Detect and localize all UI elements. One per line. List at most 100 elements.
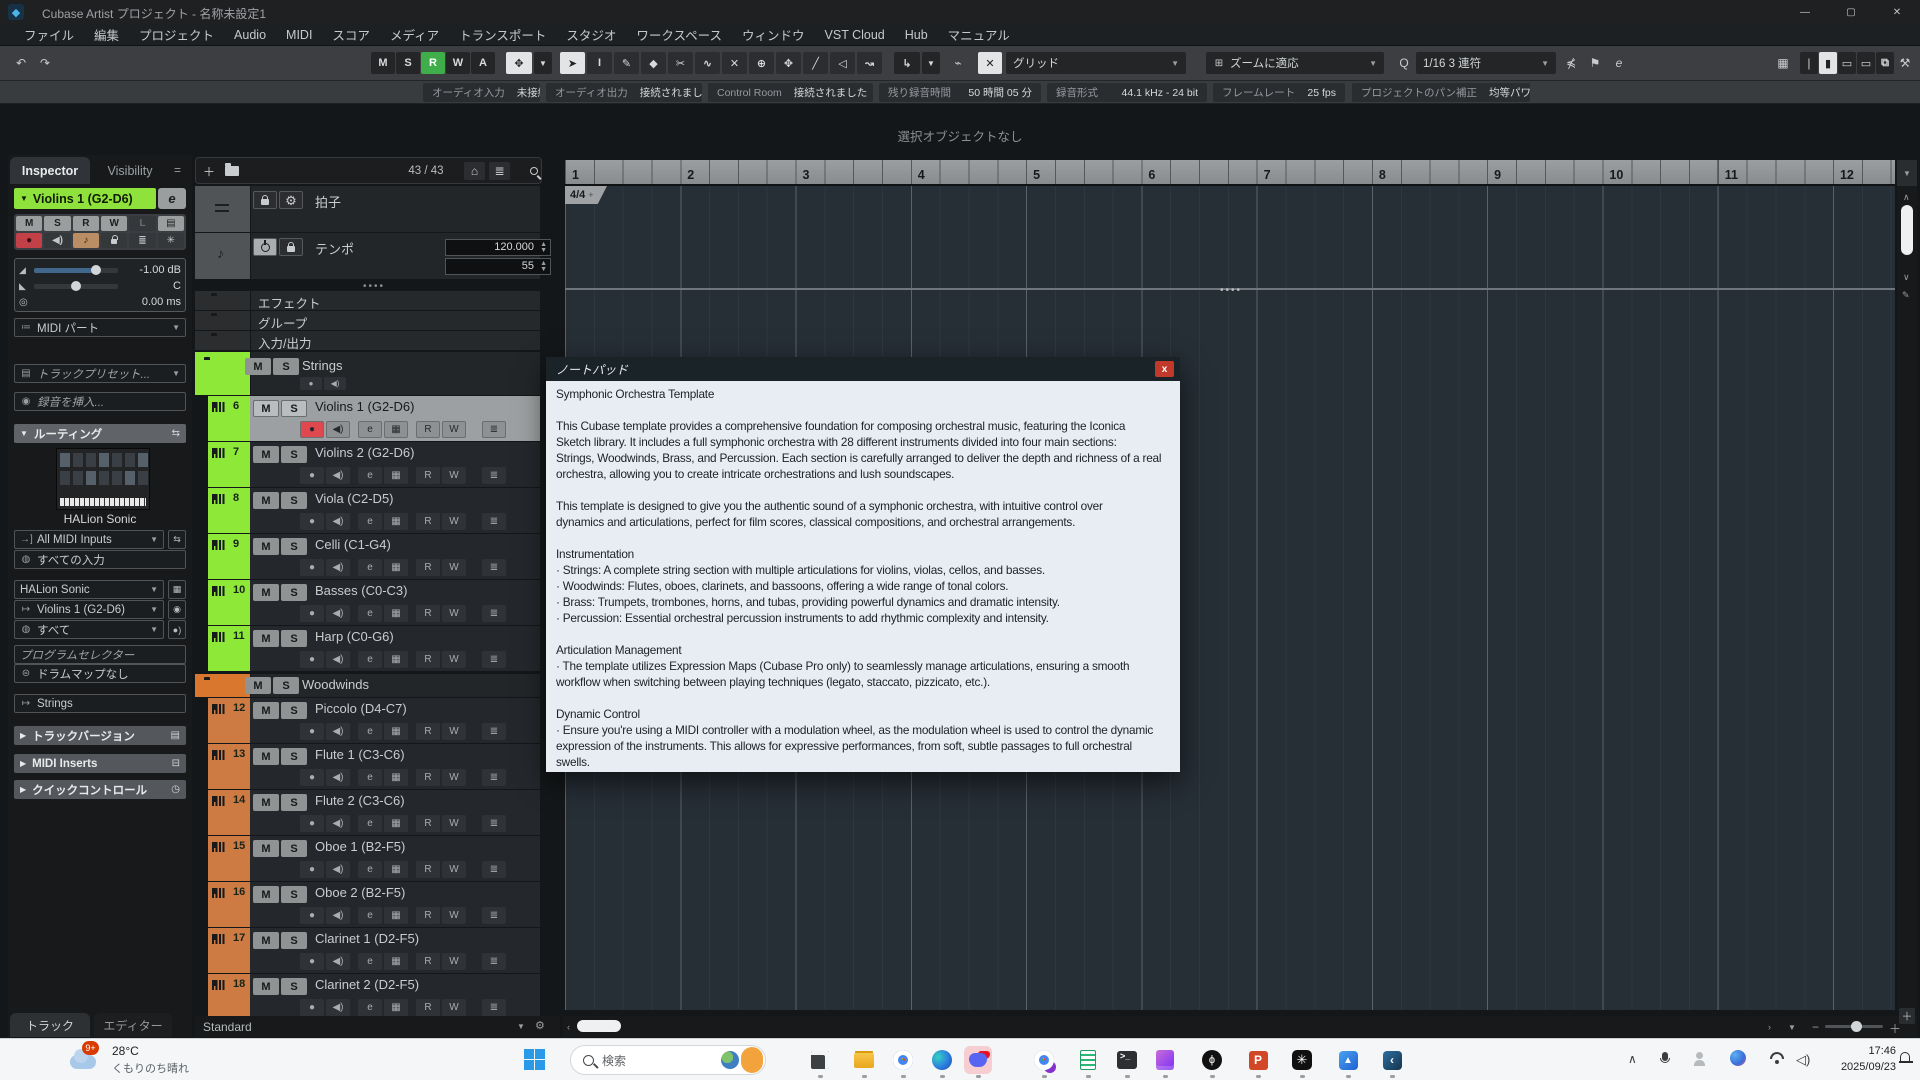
- track-write-icon[interactable]: W: [442, 559, 466, 576]
- tempo-track-row[interactable]: ♪テンポ120.000▲▼55▲▼: [195, 233, 540, 279]
- track-row-17[interactable]: 17MSClarinet 1 (D2-F5)●◀)e▦RW≣: [195, 928, 540, 973]
- track-record-icon[interactable]: ●: [300, 605, 324, 622]
- track-monitor-icon[interactable]: ◀): [326, 907, 350, 924]
- eraser-tool[interactable]: ◆: [641, 52, 666, 74]
- track-solo-button[interactable]: S: [281, 630, 307, 647]
- plugin-thumbnail[interactable]: [56, 448, 150, 510]
- line-tool[interactable]: ╱: [803, 52, 828, 74]
- track-filter-icon[interactable]: ⌂: [464, 162, 485, 180]
- weather-icon[interactable]: 9+: [70, 1045, 100, 1075]
- wifi-icon[interactable]: [1770, 1052, 1784, 1064]
- track-write-icon[interactable]: W: [442, 467, 466, 484]
- track-edit-icon[interactable]: e: [358, 953, 382, 970]
- lock-icon[interactable]: [253, 191, 277, 209]
- track-edit-icon[interactable]: e: [358, 467, 382, 484]
- autoscroll-button[interactable]: ↳: [894, 52, 920, 74]
- folder-track-woodwinds[interactable]: MSWoodwinds: [195, 674, 540, 697]
- track-keys-icon[interactable]: ▦: [384, 513, 408, 530]
- track-solo-button[interactable]: S: [281, 584, 307, 601]
- scissors-tool[interactable]: ✂: [668, 52, 693, 74]
- track-read-icon[interactable]: R: [416, 421, 440, 438]
- automation-M[interactable]: M: [371, 52, 395, 74]
- track-read-icon[interactable]: R: [416, 723, 440, 740]
- automation-S[interactable]: S: [396, 52, 420, 74]
- menu-プロジェクト[interactable]: プロジェクト: [129, 25, 224, 44]
- track-read-icon[interactable]: R: [416, 907, 440, 924]
- track-row-10[interactable]: 10MSBasses (C0-C3)●◀)e▦RW≣: [195, 580, 540, 625]
- track-solo-button[interactable]: S: [273, 677, 299, 694]
- flag-icon[interactable]: ⚑: [1584, 52, 1606, 74]
- track-lanes-icon[interactable]: ≣: [482, 513, 506, 530]
- mute-tool[interactable]: ✕: [722, 52, 747, 74]
- volume-slider[interactable]: [34, 268, 118, 273]
- track-lanes-icon[interactable]: ≣: [482, 651, 506, 668]
- track-solo-button[interactable]: S: [281, 978, 307, 995]
- track-lanes-icon[interactable]: ≣: [482, 953, 506, 970]
- freeze-button[interactable]: ✳: [158, 233, 184, 248]
- taskbar-app-edge[interactable]: [928, 1046, 956, 1074]
- scroll-left-icon[interactable]: ‹: [567, 1022, 570, 1032]
- track-read-icon[interactable]: R: [416, 769, 440, 786]
- track-mute-button[interactable]: M: [253, 538, 279, 555]
- tempo-active-button[interactable]: [253, 238, 277, 256]
- object-select-dropdown[interactable]: ▼: [534, 52, 552, 74]
- minimize-button[interactable]: —: [1782, 0, 1828, 24]
- track-record-icon[interactable]: ●: [300, 861, 324, 878]
- track-write-icon[interactable]: W: [442, 421, 466, 438]
- track-write-icon[interactable]: W: [442, 815, 466, 832]
- track-edit-icon[interactable]: e: [358, 723, 382, 740]
- track-row-13[interactable]: 13MSFlute 1 (C3-C6)●◀)e▦RW≣: [195, 744, 540, 789]
- menu-ファイル[interactable]: ファイル: [14, 25, 84, 44]
- track-solo-button[interactable]: S: [281, 748, 307, 765]
- track-mute-button[interactable]: M: [253, 886, 279, 903]
- taskbar-app-discord[interactable]: [964, 1046, 992, 1074]
- mute-button[interactable]: M: [16, 216, 42, 231]
- track-solo-button[interactable]: S: [281, 538, 307, 555]
- listen-button[interactable]: L: [129, 216, 155, 231]
- menu-ウィンドウ[interactable]: ウィンドウ: [732, 25, 815, 44]
- quick-controls-section[interactable]: ▶クイックコントロール◷: [14, 780, 186, 799]
- menu-メディア[interactable]: メディア: [380, 25, 449, 44]
- track-keys-icon[interactable]: ▦: [384, 907, 408, 924]
- track-write-icon[interactable]: W: [442, 953, 466, 970]
- track-mute-button[interactable]: M: [253, 932, 279, 949]
- track-solo-button[interactable]: S: [281, 702, 307, 719]
- menu-スタジオ[interactable]: スタジオ: [556, 25, 626, 44]
- gear-icon[interactable]: ⚙: [279, 191, 303, 209]
- record-insert-row[interactable]: ◉録音を挿入...: [14, 392, 186, 411]
- track-height-preset[interactable]: Standard: [203, 1020, 252, 1034]
- track-solo-button[interactable]: S: [281, 932, 307, 949]
- pan-slider[interactable]: [34, 284, 118, 289]
- track-mute-button[interactable]: M: [253, 446, 279, 463]
- track-edit-icon[interactable]: e: [358, 605, 382, 622]
- taskbar-clock[interactable]: 17:46 2025/09/23: [1841, 1043, 1896, 1075]
- zoom-out-icon[interactable]: −: [1812, 1020, 1819, 1034]
- taskbar-app-terminal[interactable]: >_: [1113, 1046, 1141, 1074]
- input-channel-row[interactable]: ◍すべての入力: [14, 550, 186, 569]
- redo-icon[interactable]: ↷: [34, 52, 56, 74]
- scroll-up-icon[interactable]: ∧: [1903, 192, 1910, 203]
- track-keys-icon[interactable]: ▦: [384, 559, 408, 576]
- track-read-icon[interactable]: R: [416, 651, 440, 668]
- accessibility-icon[interactable]: [1694, 1052, 1705, 1066]
- track-lanes-icon[interactable]: ≣: [482, 999, 506, 1016]
- write-automation-button[interactable]: W: [101, 216, 127, 231]
- track-mute-button[interactable]: M: [253, 840, 279, 857]
- track-write-icon[interactable]: W: [442, 999, 466, 1016]
- track-monitor-icon[interactable]: ◀): [326, 421, 350, 438]
- track-monitor-icon[interactable]: ◀): [326, 723, 350, 740]
- snap-type-dropdown[interactable]: グリッド▼: [1006, 52, 1186, 74]
- track-write-icon[interactable]: W: [442, 723, 466, 740]
- drum-map-dropdown[interactable]: ⊜ドラムマップなし: [14, 664, 186, 683]
- track-keys-icon[interactable]: ▦: [384, 723, 408, 740]
- layout-toggle-2[interactable]: ▭: [1838, 52, 1856, 74]
- feedback-tool[interactable]: ↝: [857, 52, 882, 74]
- timeline-ruler[interactable]: 123456789101112: [565, 160, 1895, 186]
- track-mute-button[interactable]: M: [253, 794, 279, 811]
- output-bus-row[interactable]: ↦Strings: [14, 694, 186, 713]
- tab-visibility[interactable]: Visibility: [94, 157, 166, 184]
- taskbar-app-chatgpt[interactable]: ✳: [1288, 1046, 1316, 1074]
- taskbar-app-file-explorer[interactable]: [850, 1046, 878, 1074]
- track-record-icon[interactable]: ●: [300, 815, 324, 832]
- edit-quantize-icon[interactable]: e: [1608, 52, 1630, 74]
